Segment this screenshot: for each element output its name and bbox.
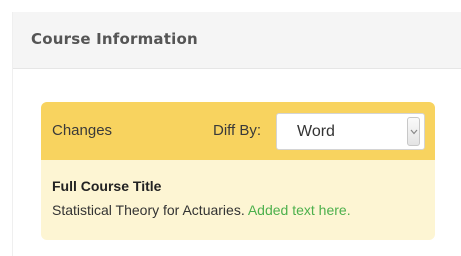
field-value: Statistical Theory for Actuaries. Added … [52, 202, 351, 218]
diff-by-selected-value: Word [297, 123, 335, 140]
changes-header: Changes Diff By: Word [41, 102, 435, 160]
course-information-panel: Course Information Changes Diff By: Word… [12, 12, 461, 256]
chevron-down-icon[interactable] [407, 117, 420, 146]
original-text: Statistical Theory for Actuaries. [52, 202, 245, 218]
added-text: Added text here. [247, 202, 351, 218]
diff-by-select[interactable]: Word [276, 113, 425, 150]
panel-title: Course Information [31, 30, 198, 48]
diff-by-label: Diff By: [213, 122, 262, 139]
changes-box: Changes Diff By: Word Full Course Title … [41, 102, 435, 240]
field-label: Full Course Title [52, 178, 162, 194]
changes-label: Changes [52, 122, 113, 139]
panel-header: Course Information [13, 12, 461, 69]
